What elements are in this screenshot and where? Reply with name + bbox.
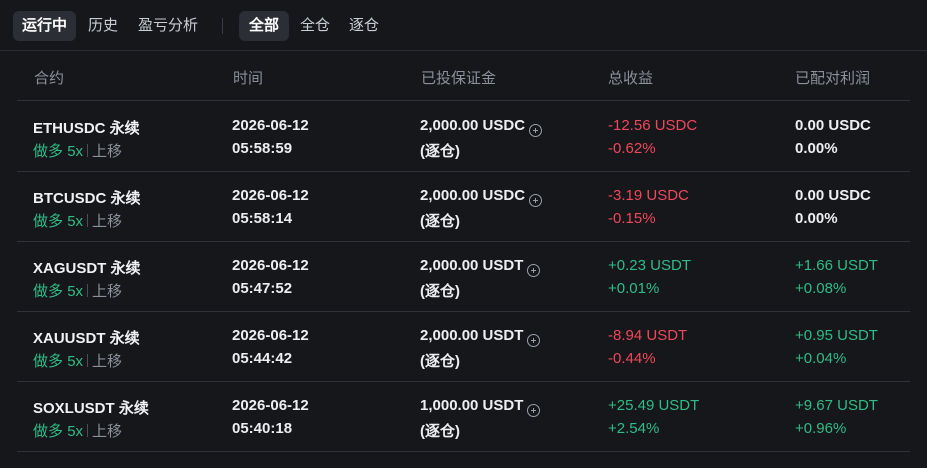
trend-label: 上移 [92,283,123,300]
leverage-label: 5x [67,423,84,440]
side-label: 做多 [33,143,64,160]
margin-value: 2,000.00 USDT [420,327,524,344]
open-date: 2026-06-12 [232,187,309,204]
matched-profit: 0.00 USDC [795,117,871,134]
tab-running[interactable]: 运行中 [13,11,76,41]
trend-label: 上移 [92,353,123,370]
add-margin-icon[interactable] [527,404,540,417]
contract-symbol[interactable]: ETHUSDC 永续 [33,117,140,138]
total-pnl: -8.94 USDT [608,327,688,344]
margin-value: 2,000.00 USDC [420,117,526,134]
trend-label: 上移 [92,423,123,440]
add-margin-icon[interactable] [527,264,540,277]
open-date: 2026-06-12 [232,117,309,134]
table-row[interactable]: XAUUSDT 永续做多 5x 上移 2026-06-12 05:44:42 2,000… [17,312,910,382]
margin-mode: (逐仓) [420,423,460,440]
column-header-time: 时间 [233,70,264,87]
matched-profit: +0.95 USDT [795,327,878,344]
tag-divider [87,144,89,157]
contract-symbol[interactable]: XAGUSDT 永续 [33,257,141,278]
total-pnl-percent: -0.15% [608,210,656,227]
table-row[interactable]: BTCUSDC 永续做多 5x 上移 2026-06-12 05:58:14 2,000… [17,172,910,242]
matched-profit: +9.67 USDT [795,397,878,414]
leverage-label: 5x [67,213,84,230]
add-margin-icon[interactable] [529,194,542,207]
tag-divider [87,214,89,227]
invested-margin: 2,000.00 USDC [420,187,525,204]
total-pnl-percent: -0.44% [608,350,656,367]
column-header-total-pnl: 总收益 [608,70,654,87]
margin-value: 2,000.00 USDT [420,257,524,274]
table-row[interactable]: XAGUSDT 永续做多 5x 上移 2026-06-12 05:47:52 2,000… [17,242,910,312]
invested-margin: 2,000.00 USDT [420,257,523,274]
total-pnl-percent: +2.54% [608,420,660,437]
position-tags: 做多 5x 上移 [33,280,122,301]
open-time: 05:58:14 [232,210,293,227]
leverage-label: 5x [67,143,84,160]
open-date: 2026-06-12 [232,327,309,344]
matched-profit: +1.66 USDT [795,257,878,274]
position-tags: 做多 5x 上移 [33,210,122,231]
tab-history[interactable]: 历史 [88,11,118,41]
side-label: 做多 [33,283,64,300]
trend-label: 上移 [92,213,123,230]
table-row[interactable]: SOXLUSDT 永续做多 5x 上移 2026-06-12 05:40:18 1,00… [17,382,910,452]
total-pnl-percent: -0.62% [608,140,656,157]
position-tags: 做多 5x 上移 [33,140,122,161]
open-time: 05:44:42 [232,350,293,367]
add-margin-icon[interactable] [527,334,540,347]
tag-divider [87,424,89,437]
total-pnl: -3.19 USDC [608,187,689,204]
open-time: 05:58:59 [232,140,293,157]
matched-profit-percent: +0.08% [795,280,847,297]
total-pnl: +25.49 USDT [608,397,700,414]
leverage-label: 5x [67,353,84,370]
open-time: 05:47:52 [232,280,293,297]
position-tags: 做多 5x 上移 [33,350,122,371]
tab-bar: 运行中 历史 盈亏分析 全部 全仓 逐仓 [0,0,927,51]
tab-pnl-analysis[interactable]: 盈亏分析 [138,11,198,41]
open-date: 2026-06-12 [232,257,309,274]
column-header-matched-profit: 已配对利润 [795,70,871,87]
contract-symbol[interactable]: XAUUSDT 永续 [33,327,140,348]
position-tags: 做多 5x 上移 [33,420,122,441]
column-header-margin: 已投保证金 [421,70,497,87]
filter-isolated[interactable]: 逐仓 [349,11,379,41]
open-time: 05:40:18 [232,420,293,437]
matched-profit-percent: 0.00% [795,210,838,227]
filter-cross[interactable]: 全仓 [300,11,330,41]
total-pnl: -12.56 USDC [608,117,698,134]
side-label: 做多 [33,423,64,440]
column-header-contract: 合约 [34,70,65,87]
add-margin-icon[interactable] [529,124,542,137]
matched-profit: 0.00 USDC [795,187,871,204]
trend-label: 上移 [92,143,123,160]
margin-mode: (逐仓) [420,353,460,370]
margin-value: 1,000.00 USDT [420,397,524,414]
matched-profit-percent: +0.96% [795,420,847,437]
filter-all[interactable]: 全部 [239,11,289,41]
contract-symbol[interactable]: SOXLUSDT 永续 [33,397,149,418]
margin-value: 2,000.00 USDC [420,187,526,204]
margin-mode: (逐仓) [420,213,460,230]
table-row[interactable]: ETHUSDC 永续做多 5x 上移 2026-06-12 05:58:59 2,000… [17,102,910,172]
total-pnl: +0.23 USDT [608,257,691,274]
margin-mode: (逐仓) [420,283,460,300]
invested-margin: 2,000.00 USDT [420,327,523,344]
matched-profit-percent: +0.04% [795,350,847,367]
margin-mode: (逐仓) [420,143,460,160]
table-header: 合约 时间 已投保证金 总收益 已配对利润 [17,52,910,101]
tab-divider [222,18,223,34]
contract-symbol[interactable]: BTCUSDC 永续 [33,187,141,208]
open-date: 2026-06-12 [232,397,309,414]
tag-divider [87,354,89,367]
tag-divider [87,284,89,297]
side-label: 做多 [33,213,64,230]
invested-margin: 2,000.00 USDC [420,117,525,134]
invested-margin: 1,000.00 USDT [420,397,523,414]
total-pnl-percent: +0.01% [608,280,660,297]
leverage-label: 5x [67,283,84,300]
side-label: 做多 [33,353,64,370]
matched-profit-percent: 0.00% [795,140,838,157]
